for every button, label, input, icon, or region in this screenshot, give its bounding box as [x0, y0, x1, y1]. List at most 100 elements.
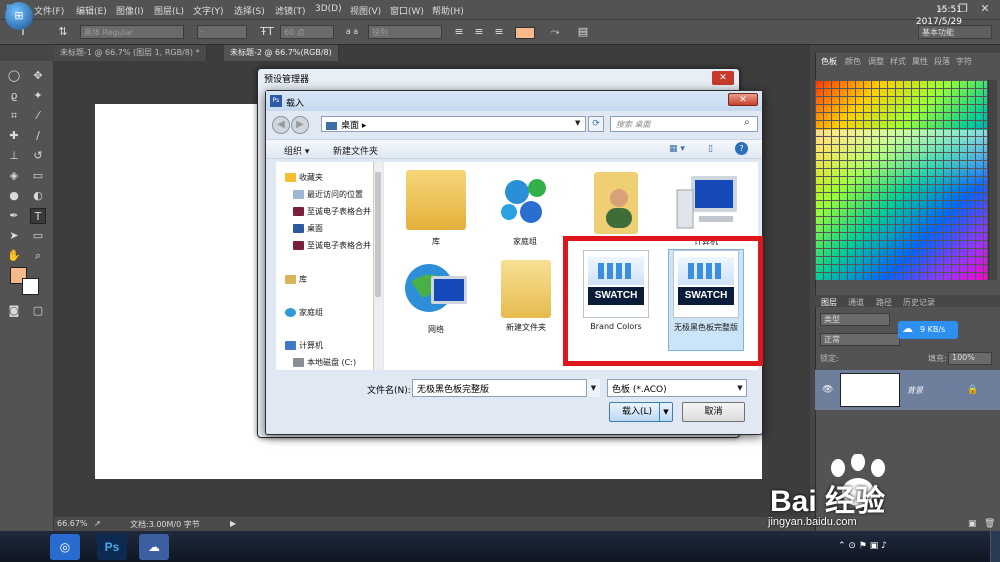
tab-adjustments[interactable]: 调整: [868, 56, 884, 67]
refresh-icon[interactable]: ⟳: [588, 116, 604, 132]
menu-file[interactable]: 文件(F): [34, 4, 64, 17]
pen-tool-icon[interactable]: ✒: [6, 208, 22, 224]
tray-icons[interactable]: ⌃ ⊙ ⚑ ▣ ♪: [838, 541, 887, 551]
filename-dropdown-icon[interactable]: ▼: [586, 379, 600, 397]
zoom-level[interactable]: 66.67%: [57, 519, 88, 528]
menu-window[interactable]: 窗口(W): [390, 4, 424, 17]
magic-wand-tool-icon[interactable]: ✦: [30, 88, 46, 104]
tab-properties[interactable]: 属性: [912, 56, 928, 67]
cancel-button[interactable]: 取消: [682, 402, 745, 422]
new-layer-icon[interactable]: ▣: [968, 519, 977, 529]
search-input[interactable]: 搜索 桌面: [610, 116, 758, 132]
file-item-library[interactable]: 库: [396, 170, 476, 247]
nav-library[interactable]: 库: [285, 274, 307, 285]
layer-name[interactable]: 背景: [907, 385, 923, 396]
preview-pane-icon[interactable]: ▯: [708, 144, 713, 154]
dodge-tool-icon[interactable]: ◐: [30, 188, 46, 204]
menu-image[interactable]: 图像(I): [116, 4, 144, 17]
address-dropdown-icon[interactable]: ▼: [575, 119, 580, 127]
crop-tool-icon[interactable]: ⌗: [6, 108, 22, 124]
filetype-select[interactable]: 色板 (*.ACO): [607, 379, 747, 397]
nav-recent[interactable]: 最近访问的位置: [293, 189, 363, 200]
start-button[interactable]: ⊞: [5, 2, 33, 30]
nav-homegroup[interactable]: 家庭组: [285, 307, 323, 318]
blend-mode-select[interactable]: 正常: [820, 333, 900, 346]
panels-toggle-icon[interactable]: ▤: [576, 25, 590, 39]
load-dropdown-icon[interactable]: ▼: [659, 403, 672, 421]
warp-text-icon[interactable]: ⤳: [548, 25, 562, 39]
nav-favorites[interactable]: 收藏夹: [285, 172, 323, 183]
marquee-tool-icon[interactable]: ◯: [6, 68, 22, 84]
lasso-tool-icon[interactable]: ϱ: [6, 88, 22, 104]
nav-fav2[interactable]: 至诚电子表格合并: [293, 240, 371, 251]
nav-desktop[interactable]: 桌面: [293, 223, 323, 234]
file-item-user[interactable]: [576, 168, 656, 238]
dialog-close-icon[interactable]: ✕: [728, 93, 758, 106]
background-color-swatch[interactable]: [22, 278, 39, 295]
font-family-select[interactable]: 黑体 Regular: [80, 25, 184, 39]
align-right-icon[interactable]: ≡: [492, 25, 506, 39]
doc-tab-1[interactable]: 未标题-1 @ 66.7% (图层 1, RGB/8) *: [54, 45, 207, 61]
taskbar-cloud-icon[interactable]: ☁: [139, 534, 169, 560]
type-tool-icon[interactable]: T: [30, 208, 46, 224]
tab-color[interactable]: 颜色: [845, 56, 861, 67]
back-arrow-icon[interactable]: ◀: [272, 116, 290, 134]
doc-tab-2[interactable]: 未标题-2 @ 66.7%(RGB/8): [224, 45, 339, 61]
address-bar[interactable]: 桌面 ▸: [321, 116, 586, 132]
nav-scroll-thumb[interactable]: [375, 172, 381, 297]
swatch-scrollbar[interactable]: [988, 80, 997, 280]
filename-input[interactable]: 无极黑色板完整版: [412, 379, 600, 397]
tab-history[interactable]: 历史记录: [903, 297, 935, 308]
hand-tool-icon[interactable]: ✋: [6, 248, 22, 264]
nav-fav1[interactable]: 至诚电子表格合并: [293, 206, 371, 217]
layer-visibility-icon[interactable]: 👁: [822, 385, 833, 395]
align-center-icon[interactable]: ≡: [472, 25, 486, 39]
organize-button[interactable]: 组织 ▾: [284, 144, 309, 157]
menu-layer[interactable]: 图层(L): [154, 4, 184, 17]
brush-tool-icon[interactable]: ∕: [30, 128, 46, 144]
filetype-dropdown-icon[interactable]: ▼: [734, 379, 746, 397]
font-style-select[interactable]: -: [197, 25, 247, 39]
antialias-select[interactable]: 锐利: [368, 25, 442, 39]
text-color-swatch[interactable]: [515, 27, 535, 39]
taskbar-browser-icon[interactable]: ◎: [50, 534, 80, 560]
zoom-tool-icon[interactable]: ⌕: [30, 248, 46, 264]
healing-tool-icon[interactable]: ✚: [6, 128, 22, 144]
view-options-icon[interactable]: ▦ ▾: [669, 144, 685, 154]
new-folder-button[interactable]: 新建文件夹: [333, 144, 378, 157]
taskbar-clock[interactable]: 15:51 2017/5/29: [916, 4, 962, 28]
tab-paragraph[interactable]: 段落: [934, 56, 950, 67]
tab-paths[interactable]: 路径: [876, 297, 892, 308]
nav-local-disk[interactable]: 本地磁盘 (C:): [293, 357, 356, 368]
delete-layer-icon[interactable]: 🗑: [984, 519, 995, 529]
eyedropper-tool-icon[interactable]: ⁄: [30, 108, 46, 124]
menu-edit[interactable]: 编辑(E): [76, 4, 107, 17]
tab-swatches[interactable]: 色板: [821, 56, 837, 67]
layer-kind-filter[interactable]: 类型: [820, 313, 890, 326]
tab-layers[interactable]: 图层: [821, 297, 837, 308]
align-left-icon[interactable]: ≡: [452, 25, 466, 39]
move-tool-icon[interactable]: ✥: [30, 68, 46, 84]
forward-arrow-icon[interactable]: ▶: [291, 116, 309, 134]
show-desktop-button[interactable]: [990, 531, 1000, 562]
file-item-new-folder[interactable]: 新建文件夹: [486, 258, 566, 333]
preset-close-icon[interactable]: ✕: [712, 71, 734, 85]
eraser-tool-icon[interactable]: ◈: [6, 168, 22, 184]
menu-3d[interactable]: 3D(D): [315, 4, 342, 14]
shape-tool-icon[interactable]: ▭: [30, 228, 46, 244]
orientation-toggle-icon[interactable]: ⇅: [56, 25, 70, 39]
taskbar-photoshop-icon[interactable]: Ps: [97, 534, 127, 560]
blur-tool-icon[interactable]: ●: [6, 188, 22, 204]
tab-channels[interactable]: 通道: [848, 297, 864, 308]
close-icon[interactable]: ✕: [974, 0, 996, 18]
zoom-export-icon[interactable]: ↗: [94, 519, 101, 528]
file-item-network[interactable]: 网络: [396, 258, 476, 335]
stamp-tool-icon[interactable]: ⊥: [6, 148, 22, 164]
tab-styles[interactable]: 样式: [890, 56, 906, 67]
gradient-tool-icon[interactable]: ▭: [30, 168, 46, 184]
file-item-homegroup[interactable]: 家庭组: [485, 170, 565, 247]
tab-character[interactable]: 字符: [956, 56, 972, 67]
font-size-select[interactable]: 60 点: [280, 25, 334, 39]
path-select-tool-icon[interactable]: ➤: [6, 228, 22, 244]
status-menu-arrow-icon[interactable]: ▶: [230, 519, 236, 528]
